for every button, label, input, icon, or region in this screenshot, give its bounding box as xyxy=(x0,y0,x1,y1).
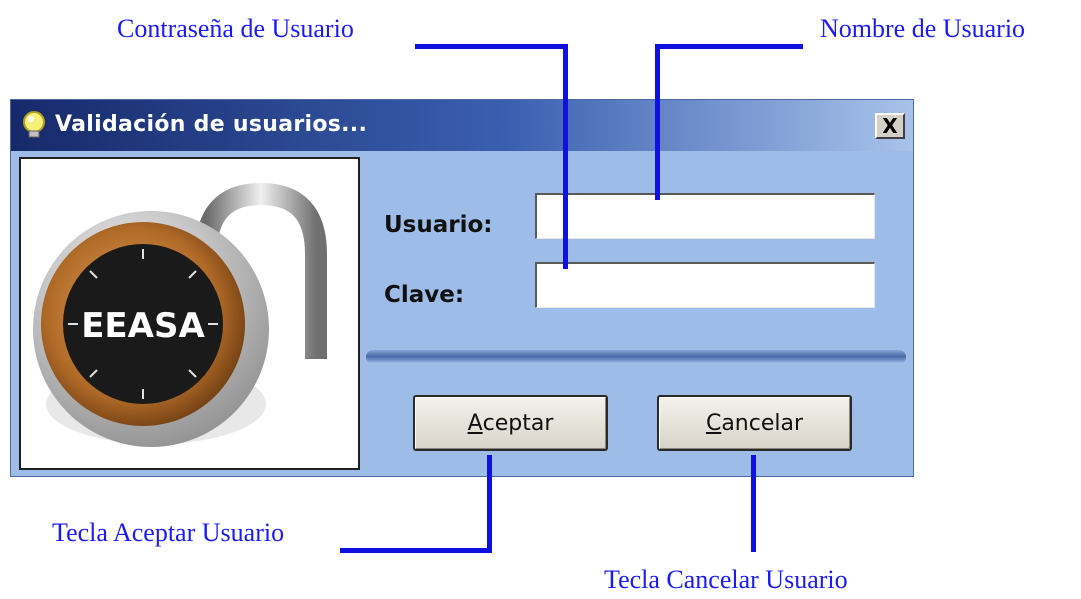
callout-line-password-h xyxy=(415,44,567,49)
lightbulb-icon xyxy=(23,111,45,138)
annotation-username: Nombre de Usuario xyxy=(820,14,1026,43)
callout-line-accept-h xyxy=(340,548,492,553)
accept-label: ceptar xyxy=(482,410,554,436)
padlock-image: EEASA xyxy=(19,157,360,470)
cancel-button[interactable]: Cancelar xyxy=(657,395,852,451)
annotation-accept: Tecla Aceptar Usuario xyxy=(52,518,285,547)
accept-button[interactable]: Aceptar xyxy=(413,395,608,451)
callout-line-accept-v xyxy=(487,455,492,553)
padlock-icon: EEASA xyxy=(33,182,327,447)
user-label: Usuario: xyxy=(384,212,493,238)
login-dialog: Validación de usuarios... X EEASA Usuari… xyxy=(10,99,914,477)
annotation-cancel: Tecla Cancelar Usuario xyxy=(604,565,848,594)
cancel-mnemonic: C xyxy=(705,410,722,436)
separator xyxy=(366,350,906,364)
title-bar[interactable]: Validación de usuarios... X xyxy=(11,100,913,151)
lock-brand-text: EEASA xyxy=(81,306,205,346)
dialog-title: Validación de usuarios... xyxy=(55,112,368,137)
callout-line-password-v xyxy=(563,44,568,269)
accept-mnemonic: A xyxy=(467,410,483,436)
callout-line-username-h xyxy=(655,44,803,49)
callout-line-username-v xyxy=(655,44,660,200)
password-input[interactable] xyxy=(535,262,875,308)
annotation-password: Contraseña de Usuario xyxy=(117,14,354,43)
password-label: Clave: xyxy=(384,282,465,308)
close-icon: X xyxy=(882,114,898,138)
callout-line-cancel-v xyxy=(751,455,756,552)
close-button[interactable]: X xyxy=(875,113,905,139)
cancel-label: ancelar xyxy=(721,410,804,436)
user-input[interactable] xyxy=(535,193,875,239)
